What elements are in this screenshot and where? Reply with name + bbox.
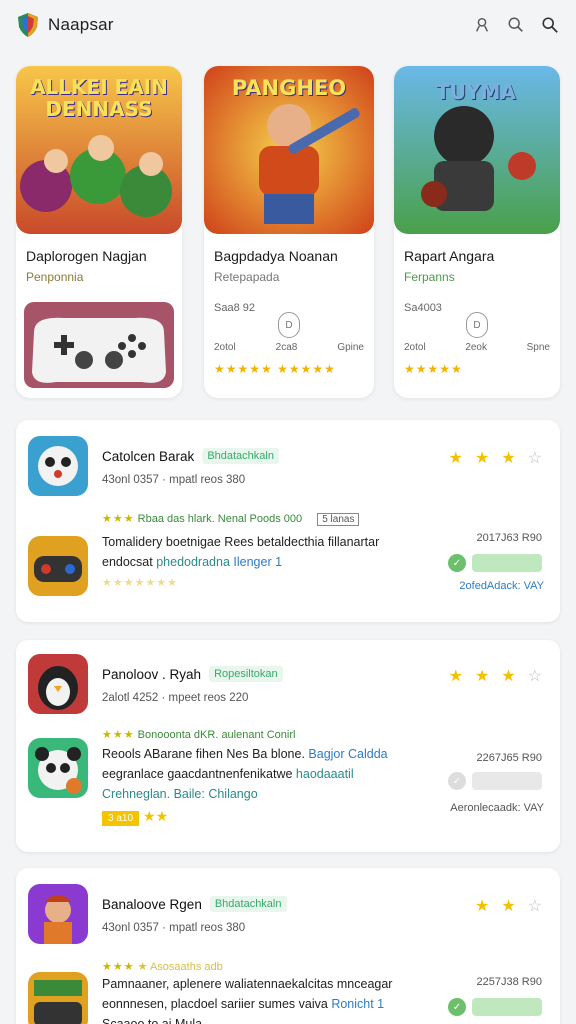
check-icon: ✓ bbox=[448, 998, 466, 1016]
featured-stars-3: ★★★★★ bbox=[404, 362, 463, 376]
release-date: 2257J38 R90 bbox=[476, 976, 542, 988]
small-stars: ★★★★★★★ bbox=[102, 577, 179, 589]
featured-subtitle-3: Ferpanns bbox=[404, 270, 455, 284]
list-item[interactable]: Panoloov . Ryah Ropesiltokan 2alotl 4252… bbox=[16, 640, 560, 852]
app-meta: 2alotl 4252 · mpeet reos 220 bbox=[102, 692, 249, 704]
yellow-badge: 3 a10 bbox=[102, 811, 140, 826]
featured-card-1[interactable]: ALLKEI EAIN DENNASS Daplorogen Nagjan Pe… bbox=[16, 66, 182, 398]
app-description: Pamnaaner, aplenere waliatennaekalcitas … bbox=[102, 977, 393, 1024]
rating-stars: ★ ★ ★ ☆ bbox=[448, 450, 542, 467]
check-icon: ✓ bbox=[448, 772, 466, 790]
app-meta: 43onl 0357 · mpatl reos 380 bbox=[102, 922, 246, 934]
footer-link[interactable]: Aeronlecaadk: VAY bbox=[450, 802, 544, 814]
app-icon-gamepad bbox=[28, 536, 88, 596]
featured-art-text-2: PANGHEO bbox=[231, 76, 347, 100]
app-icon-panda-2 bbox=[28, 738, 88, 798]
search-icon-alt[interactable] bbox=[540, 15, 560, 35]
check-icon: ✓ bbox=[448, 554, 466, 572]
install-pill-icon[interactable]: D bbox=[278, 312, 300, 338]
featured-title-1: Daplorogen Nagjan bbox=[26, 248, 147, 264]
release-date: 2017J63 R90 bbox=[476, 532, 542, 544]
app-description: Reools ABarane fihen Nes Ba blone. Bagjo… bbox=[102, 747, 388, 801]
app-icon-arcade bbox=[28, 972, 88, 1024]
rating-line: ★★★ ★ Asosaaths adb bbox=[102, 961, 223, 973]
category-tag: Ropesiltokan bbox=[209, 666, 283, 682]
install-pill-icon[interactable]: D bbox=[466, 312, 488, 338]
footer-link[interactable]: 2ofedAdack: VAY bbox=[459, 580, 544, 592]
rating-stars: ★ ★ ★ ☆ bbox=[448, 668, 542, 685]
rating-stars: ★ ★ ☆ bbox=[474, 898, 542, 915]
app-icon-panda bbox=[28, 436, 88, 496]
user-icon[interactable] bbox=[472, 15, 492, 35]
app-name: Banaloove Rgen bbox=[102, 896, 202, 912]
category-tag: Bhdatachkaln bbox=[202, 448, 279, 464]
featured-subtitle-2: Retepapada bbox=[214, 270, 280, 284]
gamepad-image bbox=[24, 302, 174, 388]
app-description: Tomalidery boetnigae Rees betaldecthia f… bbox=[102, 535, 380, 569]
featured-size-3: Sa4003 bbox=[404, 302, 442, 314]
featured-subtitle-1: Penponnia bbox=[26, 270, 84, 284]
rating-line: ★★★ Rbaa das hlark. Nenal Poods 000 5 la… bbox=[102, 512, 360, 526]
category-tag: Bhdatachkaln bbox=[209, 896, 287, 912]
list-item[interactable]: Banaloove Rgen Bhdatachkaln 43onl 0357 ·… bbox=[16, 868, 560, 1024]
featured-card-3[interactable]: TUYMA Rapart Angara Ferpanns Sa4003 D 2o… bbox=[394, 66, 560, 398]
featured-title-2: Bagpdadya Noanan bbox=[214, 248, 338, 264]
download-progress[interactable]: ✓ bbox=[448, 998, 542, 1016]
app-name: Catolcen Barak bbox=[102, 448, 195, 464]
featured-size-2: Saa8 92 bbox=[214, 302, 255, 314]
rating-line: ★★★ Bonooonta dKR. aulenant Conirl bbox=[102, 729, 296, 741]
download-progress[interactable]: ✓ bbox=[448, 772, 542, 790]
featured-title-3: Rapart Angara bbox=[404, 248, 495, 264]
release-date: 2267J65 R90 bbox=[476, 752, 542, 764]
featured-stars-2: ★★★★★ ★★★★★ bbox=[214, 362, 336, 376]
featured-card-2[interactable]: PANGHEO Bagpdadya Noanan Retepapada Saa8… bbox=[204, 66, 374, 398]
app-name: Panoloov . Ryah bbox=[102, 666, 202, 682]
featured-art-text-1: ALLKEI EAIN DENNASS bbox=[30, 75, 168, 121]
download-progress[interactable]: ✓ bbox=[448, 554, 542, 572]
list-item[interactable]: Catolcen Barak Bhdatachkaln 43onl 0357 ·… bbox=[16, 420, 560, 622]
app-icon-penguin bbox=[28, 654, 88, 714]
app-meta: 43onl 0357 · mpatl reos 380 bbox=[102, 474, 246, 486]
badge-row: 3 a10 ★★ bbox=[102, 808, 168, 826]
app-title: Naapsar bbox=[48, 15, 114, 34]
app-header: Naapsar bbox=[0, 0, 576, 50]
search-icon[interactable] bbox=[506, 15, 526, 35]
featured-stats-2: 2otol 2ca8 Gpine bbox=[214, 342, 364, 353]
app-icon-hero bbox=[28, 884, 88, 944]
shield-logo-icon[interactable] bbox=[16, 12, 40, 38]
featured-stats-3: 2otol 2eok Spne bbox=[404, 342, 550, 353]
featured-art-text-3: TUYMA bbox=[436, 80, 516, 104]
